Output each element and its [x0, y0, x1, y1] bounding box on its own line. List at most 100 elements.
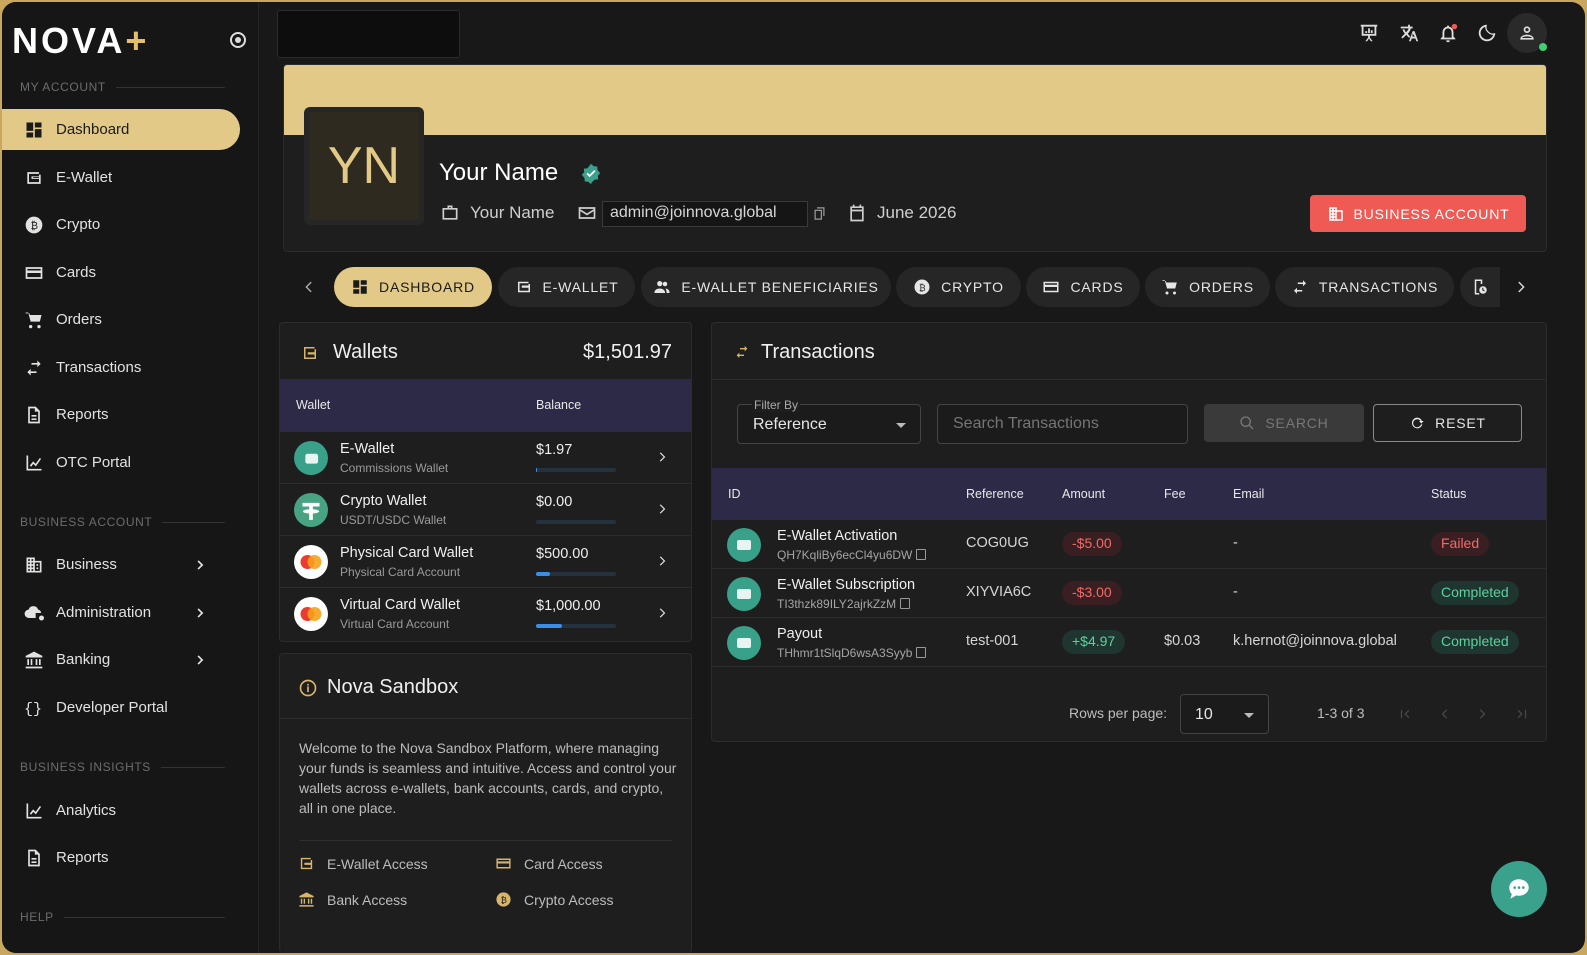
business-account-button[interactable]: BUSINESS ACCOUNT	[1310, 195, 1526, 232]
moon-icon[interactable]	[1476, 22, 1498, 44]
prev-page-icon[interactable]	[1437, 707, 1451, 721]
credit-card-icon	[1043, 281, 1059, 293]
people-icon	[654, 281, 670, 293]
sidebar-item-transactions[interactable]: Transactions	[2, 347, 240, 388]
presentation-icon[interactable]	[1358, 22, 1380, 44]
wallet-row-physical-card[interactable]: Physical Card Wallet Physical Card Accou…	[280, 536, 691, 588]
reset-button[interactable]: RESET	[1373, 404, 1522, 442]
wallet-name: Crypto Wallet	[340, 493, 427, 509]
wallet-row-crypto[interactable]: Crypto Wallet USDT/USDC Wallet $0.00	[280, 484, 691, 536]
transaction-row[interactable]: E-Wallet Activation QH7KqliBy6ecCl4yu6DW…	[712, 520, 1546, 569]
transaction-name: E-Wallet Activation	[777, 528, 898, 544]
chevron-right-icon	[659, 556, 666, 566]
transaction-reference: COG0UG	[966, 535, 1029, 551]
sidebar-item-administration[interactable]: Administration	[2, 592, 240, 633]
filter-by-select[interactable]: Filter By Reference	[737, 398, 921, 444]
dashboard-icon	[353, 280, 367, 294]
tab-e-wallet[interactable]: E-WALLET	[498, 267, 635, 307]
tab-orders[interactable]: ORDERS	[1145, 267, 1270, 307]
avatar-initials: YN	[309, 112, 419, 220]
swap-icon	[1293, 280, 1306, 294]
cart-icon	[25, 312, 42, 328]
document-icon	[28, 849, 40, 866]
col-reference: Reference	[966, 487, 1024, 501]
tab-cards[interactable]: CARDS	[1026, 267, 1140, 307]
tab-e-wallet-beneficiaries[interactable]: E-WALLET BENEFICIARIES	[641, 267, 891, 307]
sidebar-item-label: Reports	[56, 406, 109, 423]
section-my-account: MY ACCOUNT	[20, 80, 225, 94]
col-fee: Fee	[1164, 487, 1186, 501]
sidebar-item-otc-portal[interactable]: OTC Portal	[2, 442, 240, 483]
sidebar-item-label: Reports	[56, 849, 109, 866]
braces-icon: {}	[24, 701, 42, 718]
user-avatar-button[interactable]	[1507, 13, 1547, 53]
copy-icon[interactable]	[900, 598, 911, 609]
translate-icon[interactable]	[1398, 22, 1420, 44]
info-icon	[299, 679, 317, 697]
calendar-icon	[850, 204, 864, 222]
bell-icon[interactable]	[1437, 22, 1459, 44]
chat-button[interactable]	[1491, 861, 1547, 917]
tabs-scroll-left-icon[interactable]	[300, 279, 316, 295]
rows-per-page-select[interactable]: 10	[1180, 694, 1269, 734]
sandbox-text: Welcome to the Nova Sandbox Platform, wh…	[299, 740, 677, 816]
nova-logo[interactable]: NOVA+	[12, 20, 149, 62]
search-button[interactable]: SEARCH	[1204, 404, 1364, 442]
copy-icon[interactable]	[916, 549, 927, 560]
sidebar-item-banking[interactable]: Banking	[2, 639, 240, 680]
tabs-scroll-right-icon[interactable]	[1514, 279, 1530, 295]
copy-icon[interactable]	[916, 647, 927, 658]
sidebar-item-crypto[interactable]: ₿ Crypto	[2, 204, 240, 245]
mail-icon	[578, 207, 596, 219]
chart-line-icon	[26, 803, 42, 818]
report-clock-icon	[1474, 279, 1487, 295]
sidebar-item-reports[interactable]: Reports	[2, 394, 240, 435]
transaction-name: Payout	[777, 626, 823, 642]
sidebar-item-developer-portal[interactable]: {} Developer Portal	[2, 687, 240, 728]
sidebar-item-label: Administration	[56, 604, 152, 621]
wallet-row-e-wallet[interactable]: E-Wallet Commissions Wallet $1.97	[280, 432, 691, 484]
sidebar-item-analytics[interactable]: Analytics	[2, 790, 240, 831]
transaction-id-text: QH7KqliBy6ecCl4yu6DW	[777, 548, 913, 562]
last-page-icon[interactable]	[1515, 707, 1529, 721]
tab-dashboard[interactable]: DASHBOARD	[334, 267, 492, 307]
transaction-id: THhmr1tSlqD6wsA3Syyb	[777, 646, 927, 660]
sidebar-item-insights-reports[interactable]: Reports	[2, 837, 240, 878]
wallet-row-virtual-card[interactable]: Virtual Card Wallet Virtual Card Account…	[280, 588, 691, 640]
sidebar-item-label: OTC Portal	[56, 454, 132, 471]
building-icon	[1328, 206, 1343, 221]
transaction-amount: -$3.00	[1062, 581, 1122, 605]
sandbox-title: Nova Sandbox	[327, 676, 459, 698]
sidebar-item-cards[interactable]: Cards	[2, 252, 240, 293]
wallets-total: $1,501.97	[583, 341, 672, 363]
top-search-area[interactable]	[277, 10, 460, 58]
wallet-name: E-Wallet	[340, 441, 395, 457]
wallet-sub: Virtual Card Account	[340, 617, 450, 631]
search-icon	[1240, 416, 1254, 430]
sidebar-item-business[interactable]: Business	[2, 544, 240, 585]
wallet-icon	[27, 171, 41, 184]
search-transactions-input[interactable]	[937, 404, 1188, 444]
access-label: Card Access	[524, 855, 603, 872]
wallet-progress	[536, 572, 616, 576]
sidebar-toggle-radio[interactable]	[230, 32, 246, 48]
copy-icon[interactable]	[812, 206, 827, 221]
bank-icon	[299, 892, 314, 907]
chevron-right-icon	[659, 608, 666, 618]
transaction-email: k.hernot@joinnova.global	[1233, 633, 1397, 649]
sidebar-item-label: Banking	[56, 651, 111, 668]
sidebar-item-orders[interactable]: Orders	[2, 299, 240, 340]
sidebar-item-e-wallet[interactable]: E-Wallet	[2, 157, 240, 198]
tab-crypto[interactable]: ₿ CRYPTO	[896, 267, 1021, 307]
transaction-amount: +$4.97	[1062, 630, 1126, 654]
first-page-icon[interactable]	[1398, 707, 1412, 721]
tab-transactions[interactable]: TRANSACTIONS	[1275, 267, 1454, 307]
next-page-icon[interactable]	[1476, 707, 1490, 721]
filter-label: Filter By	[752, 398, 801, 412]
tab-reports[interactable]	[1460, 267, 1500, 307]
transaction-row[interactable]: E-Wallet Subscription TI3thzk89ILY2ajrkZ…	[712, 569, 1546, 618]
transaction-row[interactable]: Payout THhmr1tSlqD6wsA3Syyb test-001 +$4…	[712, 618, 1546, 667]
svg-text:₿: ₿	[31, 220, 38, 232]
sidebar-item-dashboard[interactable]: Dashboard	[2, 109, 240, 150]
col-email: Email	[1233, 487, 1265, 501]
